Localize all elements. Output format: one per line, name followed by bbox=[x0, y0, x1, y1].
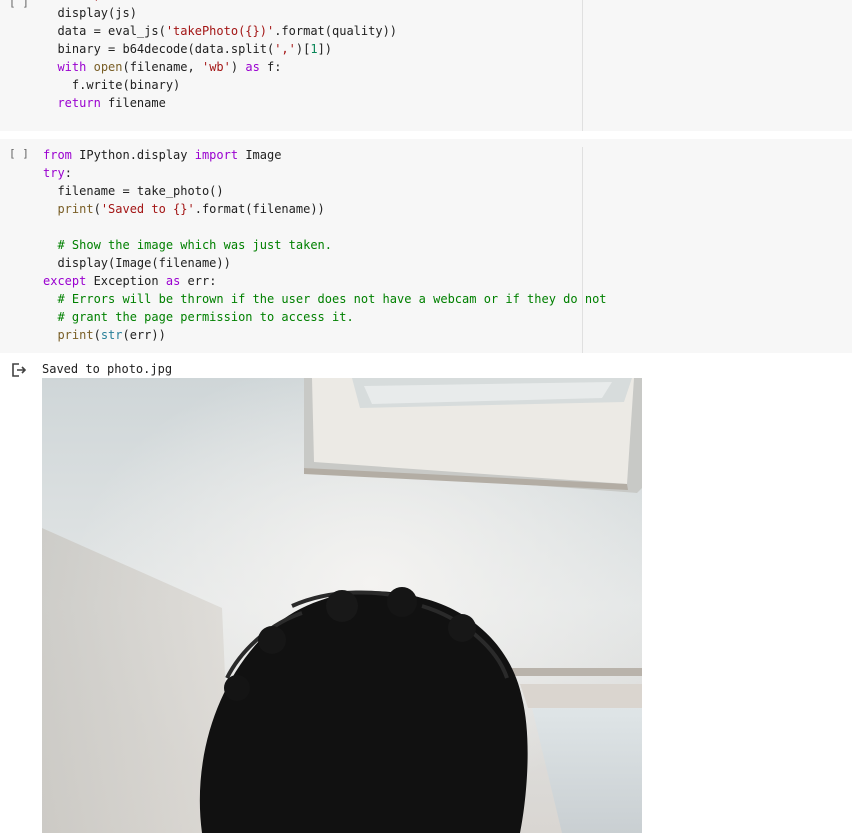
code-line[interactable]: # grant the page permission to access it… bbox=[43, 308, 607, 326]
code-token: 'takePhoto({})' bbox=[165, 24, 275, 38]
code-line[interactable]: print(str(err)) bbox=[43, 326, 607, 344]
code-token: ''') bbox=[72, 0, 101, 2]
code-token: from bbox=[43, 148, 72, 162]
code-token: 'Saved to {}' bbox=[100, 202, 195, 216]
code-line[interactable]: print('Saved to {}'.format(filename)) bbox=[43, 200, 607, 218]
code-line[interactable]: # Show the image which was just taken. bbox=[43, 236, 607, 254]
code-token: print bbox=[57, 202, 94, 216]
code-token: except bbox=[43, 274, 87, 288]
code-cell-2[interactable]: [ ] from IPython.display import Image try… bbox=[0, 139, 852, 353]
code-line[interactable]: try: bbox=[43, 164, 607, 182]
code-token: open bbox=[93, 60, 123, 74]
code-token: err: bbox=[180, 274, 217, 288]
code-token: str bbox=[100, 328, 123, 342]
code-token: Exception bbox=[86, 274, 166, 288]
code-line[interactable]: except Exception as err: bbox=[43, 272, 607, 290]
code-token: 1 bbox=[310, 42, 318, 56]
code-token: (err)) bbox=[122, 328, 166, 342]
run-cell-button[interactable]: [ ] bbox=[9, 0, 29, 9]
code-line[interactable]: from IPython.display import Image bbox=[43, 146, 607, 164]
code-token: as bbox=[245, 60, 260, 74]
run-cell-button[interactable]: [ ] bbox=[9, 147, 29, 160]
code-editor[interactable]: ''') display(js) data = eval_js('takePho… bbox=[43, 0, 397, 112]
webcam-photo bbox=[42, 378, 642, 833]
code-token: # grant the page permission to access it… bbox=[57, 310, 354, 324]
code-token: try bbox=[43, 166, 65, 180]
code-token: .format(quality)) bbox=[274, 24, 398, 38]
code-token: display(Image(filename)) bbox=[43, 256, 231, 270]
code-token: ) bbox=[230, 60, 246, 74]
code-token: )[ bbox=[295, 42, 311, 56]
cell-divider bbox=[582, 0, 583, 131]
code-token: filename bbox=[100, 96, 166, 110]
code-token: # Show the image which was just taken. bbox=[57, 238, 332, 252]
output-arrow-icon[interactable] bbox=[11, 363, 27, 377]
code-line[interactable]: f.write(binary) bbox=[43, 76, 397, 94]
code-cell-1[interactable]: [ ] ''') display(js) data = eval_js('tak… bbox=[0, 0, 852, 131]
code-token: : bbox=[64, 166, 72, 180]
code-token: import bbox=[194, 148, 239, 162]
code-line[interactable]: display(Image(filename)) bbox=[43, 254, 607, 272]
code-line[interactable]: display(js) bbox=[43, 4, 397, 22]
code-token: f: bbox=[259, 60, 282, 74]
code-token: Image bbox=[238, 148, 282, 162]
output-text: Saved to photo.jpg bbox=[42, 362, 173, 376]
code-line[interactable]: return filename bbox=[43, 94, 397, 112]
code-line[interactable]: binary = b64decode(data.split(',')[1]) bbox=[43, 40, 397, 58]
code-line[interactable] bbox=[43, 218, 607, 236]
code-token: ]) bbox=[317, 42, 333, 56]
code-token: 'wb' bbox=[201, 60, 231, 74]
code-editor[interactable]: from IPython.display import Image try: fi… bbox=[43, 146, 607, 344]
code-token: data = eval_js( bbox=[43, 24, 166, 38]
code-token: (filename, bbox=[122, 60, 202, 74]
code-token: print bbox=[57, 328, 94, 342]
code-token: binary = b64decode(data.split( bbox=[43, 42, 275, 56]
code-line[interactable]: # Errors will be thrown if the user does… bbox=[43, 290, 607, 308]
code-token: ( bbox=[93, 202, 101, 216]
code-token: .format(filename)) bbox=[194, 202, 325, 216]
code-token: ( bbox=[93, 328, 101, 342]
cell-divider bbox=[582, 147, 583, 353]
code-line[interactable]: with open(filename, 'wb') as f: bbox=[43, 58, 397, 76]
code-token: filename = take_photo() bbox=[43, 184, 224, 198]
code-token: as bbox=[165, 274, 181, 288]
code-token: display(js) bbox=[43, 6, 137, 20]
code-token: ',' bbox=[274, 42, 296, 56]
code-line[interactable]: filename = take_photo() bbox=[43, 182, 607, 200]
code-token: # Errors will be thrown if the user does… bbox=[57, 292, 607, 306]
code-token: with bbox=[57, 60, 87, 74]
code-token: return bbox=[57, 96, 101, 110]
code-token: IPython.display bbox=[71, 148, 195, 162]
code-token: f.write(binary) bbox=[43, 78, 181, 92]
code-line[interactable]: data = eval_js('takePhoto({})'.format(qu… bbox=[43, 22, 397, 40]
